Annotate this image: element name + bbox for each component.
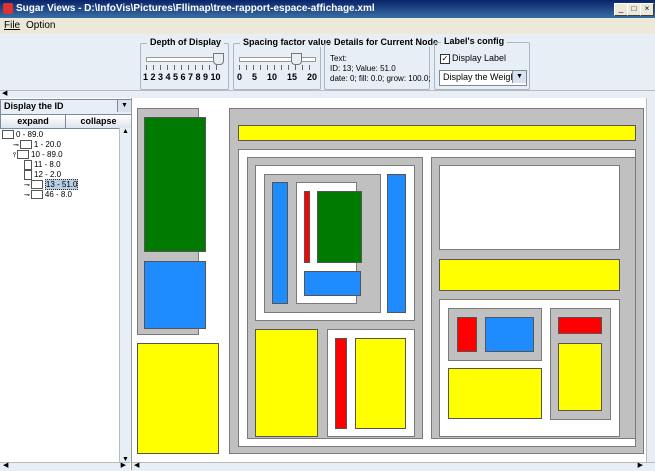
node-green-a[interactable] (144, 117, 206, 252)
display-label-text: Display Label (452, 53, 507, 63)
depth-legend: Depth of Display (147, 37, 225, 47)
spacing-group: Spacing factor value 0 5 10 15 20 (233, 37, 335, 90)
spacing-slider-track[interactable] (239, 57, 316, 62)
app-icon (3, 3, 13, 14)
expand-handle-icon[interactable]: ⊸ (24, 192, 30, 199)
display-label-checkbox[interactable]: ✓ (440, 54, 450, 64)
spacing-legend: Spacing factor value (240, 37, 335, 47)
treemap-canvas[interactable] (132, 98, 655, 462)
scroll-up-icon[interactable]: ▲ (122, 128, 129, 135)
node-green-b[interactable] (317, 191, 362, 263)
node-yellow-a[interactable] (137, 343, 219, 454)
sidebar: Display the ID ▼ expand collapse 0 - 89.… (0, 98, 132, 471)
panel-scrollbar[interactable]: ◀ (0, 90, 655, 98)
node-blue-c[interactable] (304, 271, 361, 296)
node-yellow-c[interactable] (355, 338, 406, 429)
node-blue-e[interactable] (485, 317, 534, 352)
depth-ticks (146, 65, 222, 70)
label-mode-value: Display the Weight (443, 72, 518, 82)
tree-node[interactable]: 0 - 89.0 (2, 130, 44, 140)
menu-option[interactable]: Option (26, 20, 55, 31)
spacing-ticks (239, 65, 315, 70)
treemap-area: ◀ ▶ (131, 98, 655, 471)
depth-scale: 1 2 3 4 5 6 7 8 9 10 (143, 72, 221, 82)
scroll-right-icon[interactable]: ▶ (638, 461, 643, 469)
node-red-c[interactable] (457, 317, 477, 352)
details-legend: Details for Current Node (331, 37, 442, 47)
tree-node[interactable]: ⊸ 46 - 8.0 (24, 190, 73, 200)
tree-node[interactable]: 11 - 8.0 (24, 160, 61, 170)
tree-vertical-scrollbar[interactable]: ▲ ▼ (119, 128, 131, 463)
folder-icon (19, 140, 32, 150)
control-panel: Depth of Display 1 2 3 4 5 6 7 8 9 10 Sp… (0, 34, 655, 90)
tree-node-label: 13 - 51.0 (44, 179, 79, 190)
tree-node[interactable]: ⊸ 13 - 51.0 (24, 179, 79, 190)
minimize-button[interactable]: _ (614, 3, 628, 16)
expand-handle-icon[interactable]: ⊸ (24, 182, 30, 189)
tree-node-label: 46 - 8.0 (44, 190, 73, 199)
node-blue-b[interactable] (272, 182, 288, 304)
expand-handle-icon[interactable]: ⫯ (13, 152, 16, 159)
node-blue-a[interactable] (144, 261, 206, 329)
close-button[interactable]: × (640, 3, 654, 16)
depth-slider-track[interactable] (146, 57, 223, 62)
folder-icon (30, 190, 43, 200)
scroll-left-icon[interactable]: ◀ (134, 461, 139, 469)
collapse-button[interactable]: collapse (65, 114, 132, 129)
tree-view[interactable]: 0 - 89.0 ⊸ 1 - 20.0 ⫯ 10 - 89.0 11 - 8.0 12 - … (0, 128, 118, 458)
id-mode-select[interactable]: Display the ID ▼ (0, 99, 132, 115)
tree-node[interactable]: ⫯ 10 - 89.0 (13, 150, 63, 160)
spacing-scale: 0 5 10 15 20 (237, 72, 318, 82)
node-yellow-d[interactable] (439, 259, 620, 291)
expand-handle-icon[interactable]: ⊸ (13, 142, 19, 149)
folder-icon (30, 180, 43, 190)
node-yellow-f[interactable] (558, 343, 602, 411)
scroll-right-icon[interactable]: ▶ (121, 461, 126, 469)
folder-icon (17, 150, 30, 160)
node-white-e[interactable] (439, 165, 620, 250)
node-yellow-b[interactable] (255, 329, 318, 437)
tree-node-label: 10 - 89.0 (31, 150, 63, 159)
tree-node-label: 12 - 2.0 (34, 170, 62, 180)
node-yellow-top[interactable] (238, 125, 636, 141)
scroll-left-icon[interactable]: ◀ (3, 461, 8, 469)
tree-node-label: 1 - 20.0 (33, 140, 62, 149)
document-icon (24, 170, 32, 180)
details-text: Text: ID: 13; Value: 51.0 date: 0; fill:… (330, 54, 431, 83)
id-mode-value: Display the ID (4, 101, 64, 111)
node-yellow-e[interactable] (448, 368, 542, 419)
menu-file[interactable]: File (4, 20, 20, 31)
tree-node[interactable]: ⊸ 1 - 20.0 (13, 140, 62, 150)
depth-group: Depth of Display 1 2 3 4 5 6 7 8 9 10 (140, 37, 229, 90)
treemap-vertical-scrollbar[interactable] (646, 98, 655, 462)
node-blue-d[interactable] (387, 174, 406, 313)
window-title: Sugar Views - D:\InfoVis\Pictures\Fllima… (16, 3, 375, 14)
document-icon (24, 160, 32, 170)
menu-bar: File Option (0, 18, 655, 34)
node-red-a[interactable] (304, 191, 310, 263)
chevron-down-icon[interactable]: ▼ (117, 100, 131, 112)
maximize-button[interactable]: □ (627, 3, 641, 16)
scroll-left-icon[interactable]: ◀ (2, 89, 7, 97)
folder-icon (2, 130, 14, 140)
tree-node-label: 11 - 8.0 (34, 160, 61, 170)
node-red-d[interactable] (558, 317, 602, 334)
label-config-group: Label's config ✓ Display Label Display t… (434, 36, 530, 90)
chevron-down-icon[interactable]: ▼ (512, 71, 526, 83)
title-bar: Sugar Views - D:\InfoVis\Pictures\Fllima… (0, 0, 655, 18)
node-red-b[interactable] (335, 338, 347, 429)
label-mode-select[interactable]: Display the Weight ▼ (439, 70, 527, 86)
details-group: Details for Current Node Text: ID: 13; V… (324, 37, 442, 90)
spacing-slider-thumb[interactable] (291, 53, 302, 65)
depth-slider-thumb[interactable] (213, 53, 224, 65)
tree-node-label: 0 - 89.0 (16, 130, 44, 139)
expand-button[interactable]: expand (0, 114, 66, 129)
label-config-legend: Label's config (441, 36, 508, 46)
